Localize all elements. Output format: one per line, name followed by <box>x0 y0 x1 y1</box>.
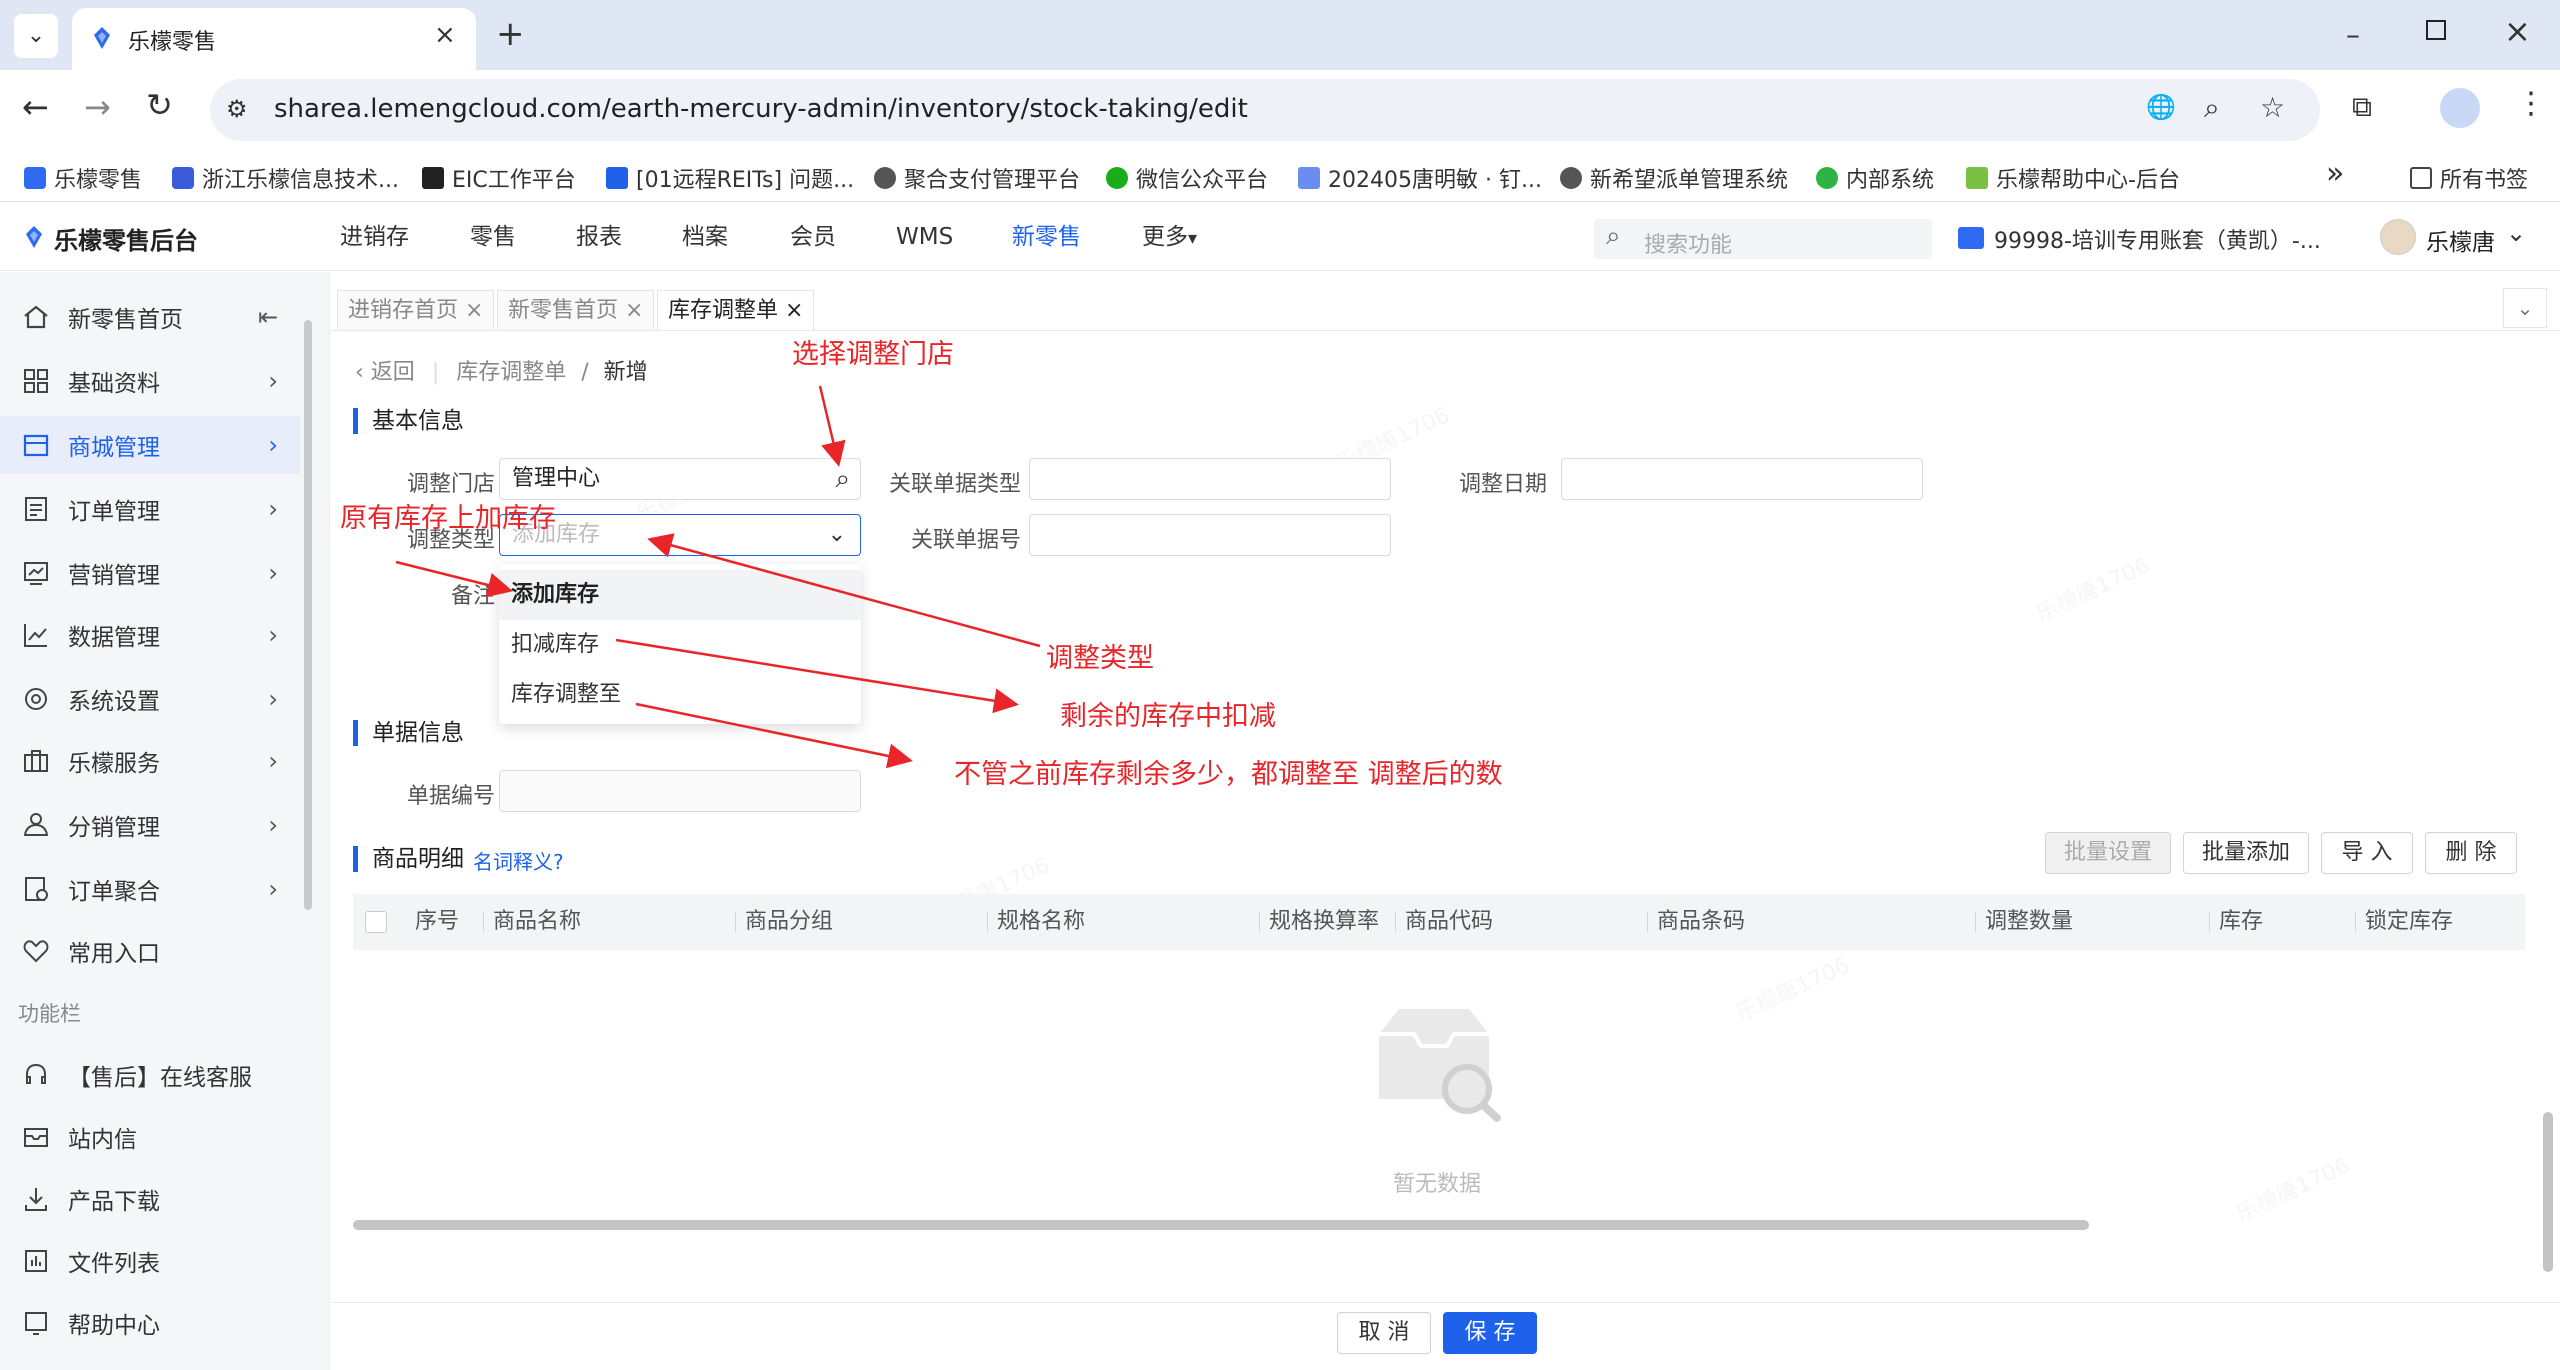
arrow-to-deduct <box>615 638 1019 714</box>
arrow-to-adjust-type <box>647 533 1041 648</box>
annotation-arrows <box>395 385 1041 769</box>
arrow-to-add-stock <box>395 560 513 598</box>
arrow-to-adjust-to <box>635 702 913 769</box>
arrow-to-store-search <box>818 385 846 467</box>
